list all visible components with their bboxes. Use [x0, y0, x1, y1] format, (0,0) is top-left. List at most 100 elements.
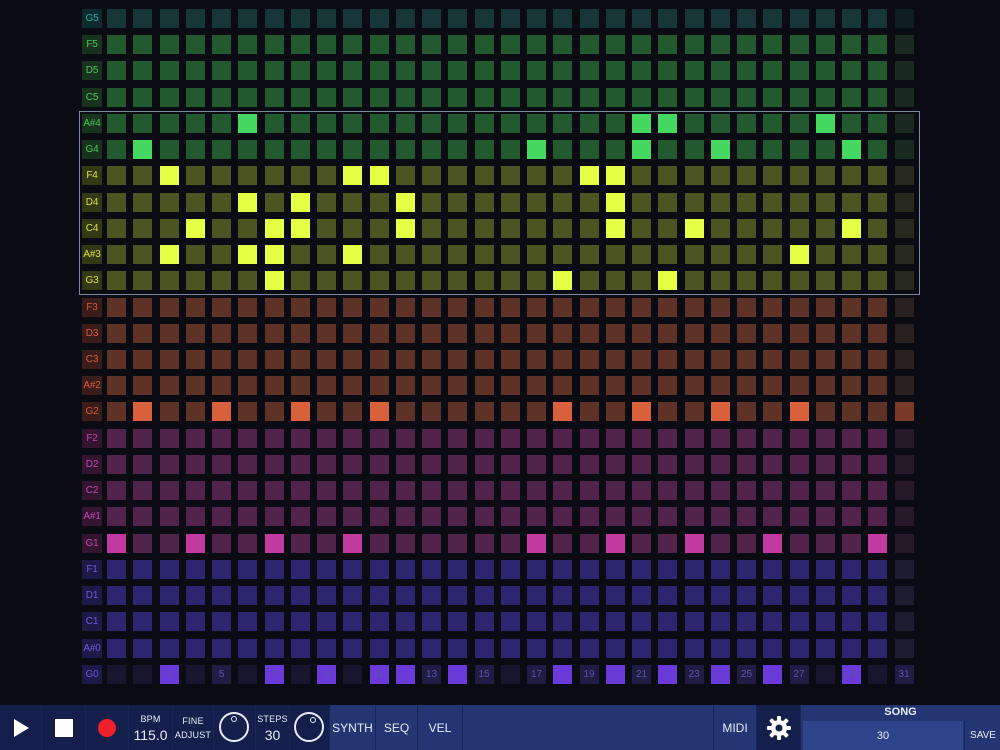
step-cell[interactable]: [185, 218, 205, 238]
step-cell[interactable]: [185, 87, 205, 107]
step-cell[interactable]: [737, 323, 756, 343]
step-cell[interactable]: [395, 533, 415, 553]
step-cell[interactable]: [527, 245, 546, 265]
step-cell[interactable]: [133, 140, 153, 160]
step-cell[interactable]: [868, 297, 888, 317]
step-cell[interactable]: [815, 481, 835, 501]
step-cell[interactable]: [579, 113, 599, 133]
step-cell[interactable]: [238, 35, 258, 55]
step-cell[interactable]: [763, 428, 783, 448]
step-cell[interactable]: [185, 612, 205, 632]
step-cell[interactable]: [159, 166, 179, 186]
step-cell[interactable]: [317, 481, 336, 501]
step-cell[interactable]: [290, 297, 310, 317]
step-cell[interactable]: [763, 533, 783, 553]
step-cell[interactable]: [894, 140, 914, 160]
step-cell[interactable]: [238, 428, 258, 448]
step-cell[interactable]: [658, 612, 678, 632]
step-cell[interactable]: [763, 638, 783, 658]
row-label-g5[interactable]: G5: [82, 9, 102, 28]
step-cell[interactable]: [579, 402, 599, 422]
step-cell[interactable]: [632, 61, 651, 81]
step-cell[interactable]: [684, 35, 704, 55]
step-cell[interactable]: [395, 376, 415, 396]
step-cell[interactable]: [579, 454, 599, 474]
step-cell[interactable]: [159, 638, 179, 658]
step-cell[interactable]: [133, 559, 153, 579]
step-cell[interactable]: [737, 166, 756, 186]
step-cell[interactable]: [737, 113, 756, 133]
step-cell[interactable]: [133, 166, 153, 186]
step-cell[interactable]: [894, 349, 914, 369]
step-cell[interactable]: [422, 113, 441, 133]
step-cell[interactable]: [107, 9, 126, 28]
step-cell[interactable]: [133, 402, 153, 422]
step-cell[interactable]: [579, 35, 599, 55]
step-cell[interactable]: [527, 349, 546, 369]
step-cell[interactable]: [842, 166, 861, 186]
step-cell[interactable]: [710, 297, 730, 317]
step-cell[interactable]: [684, 271, 704, 291]
step-cell[interactable]: [159, 87, 179, 107]
step-cell[interactable]: [133, 87, 153, 107]
step-cell[interactable]: [763, 507, 783, 527]
step-cell[interactable]: [133, 533, 153, 553]
step-cell[interactable]: [395, 9, 415, 28]
step-cell[interactable]: [815, 61, 835, 81]
step-cell[interactable]: [868, 586, 888, 606]
step-cell[interactable]: [238, 507, 258, 527]
step-cell[interactable]: [527, 481, 546, 501]
step-cell[interactable]: [632, 481, 651, 501]
step-cell[interactable]: [527, 113, 546, 133]
step-cell[interactable]: [868, 271, 888, 291]
step-cell[interactable]: [290, 218, 310, 238]
step-cell[interactable]: [264, 192, 284, 212]
row-label-d1[interactable]: D1: [82, 586, 102, 606]
step-cell[interactable]: [789, 559, 809, 579]
step-cell[interactable]: [868, 87, 888, 107]
step-cell[interactable]: [422, 349, 441, 369]
step-cell[interactable]: [317, 586, 336, 606]
step-cell[interactable]: [710, 586, 730, 606]
step-cell[interactable]: [448, 402, 468, 422]
step-cell[interactable]: [894, 245, 914, 265]
settings-button[interactable]: [757, 705, 801, 750]
step-cell[interactable]: [710, 192, 730, 212]
step-cell[interactable]: [710, 638, 730, 658]
step-cell[interactable]: [107, 113, 126, 133]
step-cell[interactable]: [527, 376, 546, 396]
step-cell[interactable]: [212, 271, 231, 291]
step-cell[interactable]: [212, 323, 231, 343]
step-cell[interactable]: [500, 507, 520, 527]
steps-control[interactable]: STEPS 30: [256, 705, 290, 750]
step-cell[interactable]: [579, 140, 599, 160]
step-cell[interactable]: [684, 192, 704, 212]
step-cell[interactable]: [474, 507, 494, 527]
step-cell[interactable]: [868, 140, 888, 160]
step-cell[interactable]: [500, 323, 520, 343]
step-cell[interactable]: [133, 349, 153, 369]
step-cell[interactable]: [500, 586, 520, 606]
step-cell[interactable]: [605, 428, 625, 448]
step-cell[interactable]: [684, 297, 704, 317]
step-cell[interactable]: [763, 349, 783, 369]
step-cell[interactable]: [185, 454, 205, 474]
step-cell[interactable]: [290, 140, 310, 160]
step-cell[interactable]: [658, 323, 678, 343]
step-cell[interactable]: [448, 376, 468, 396]
record-button[interactable]: [86, 705, 129, 750]
step-cell[interactable]: [317, 192, 336, 212]
step-cell[interactable]: [632, 507, 651, 527]
step-cell[interactable]: [789, 61, 809, 81]
step-cell[interactable]: [212, 35, 231, 55]
step-cell[interactable]: [553, 586, 573, 606]
step-cell[interactable]: [159, 218, 179, 238]
step-cell[interactable]: [422, 376, 441, 396]
step-cell[interactable]: [842, 113, 861, 133]
step-cell[interactable]: [264, 140, 284, 160]
step-cell[interactable]: [789, 297, 809, 317]
step-cell[interactable]: [789, 533, 809, 553]
step-cell[interactable]: [422, 323, 441, 343]
step-cell[interactable]: [632, 376, 651, 396]
step-cell[interactable]: [290, 612, 310, 632]
